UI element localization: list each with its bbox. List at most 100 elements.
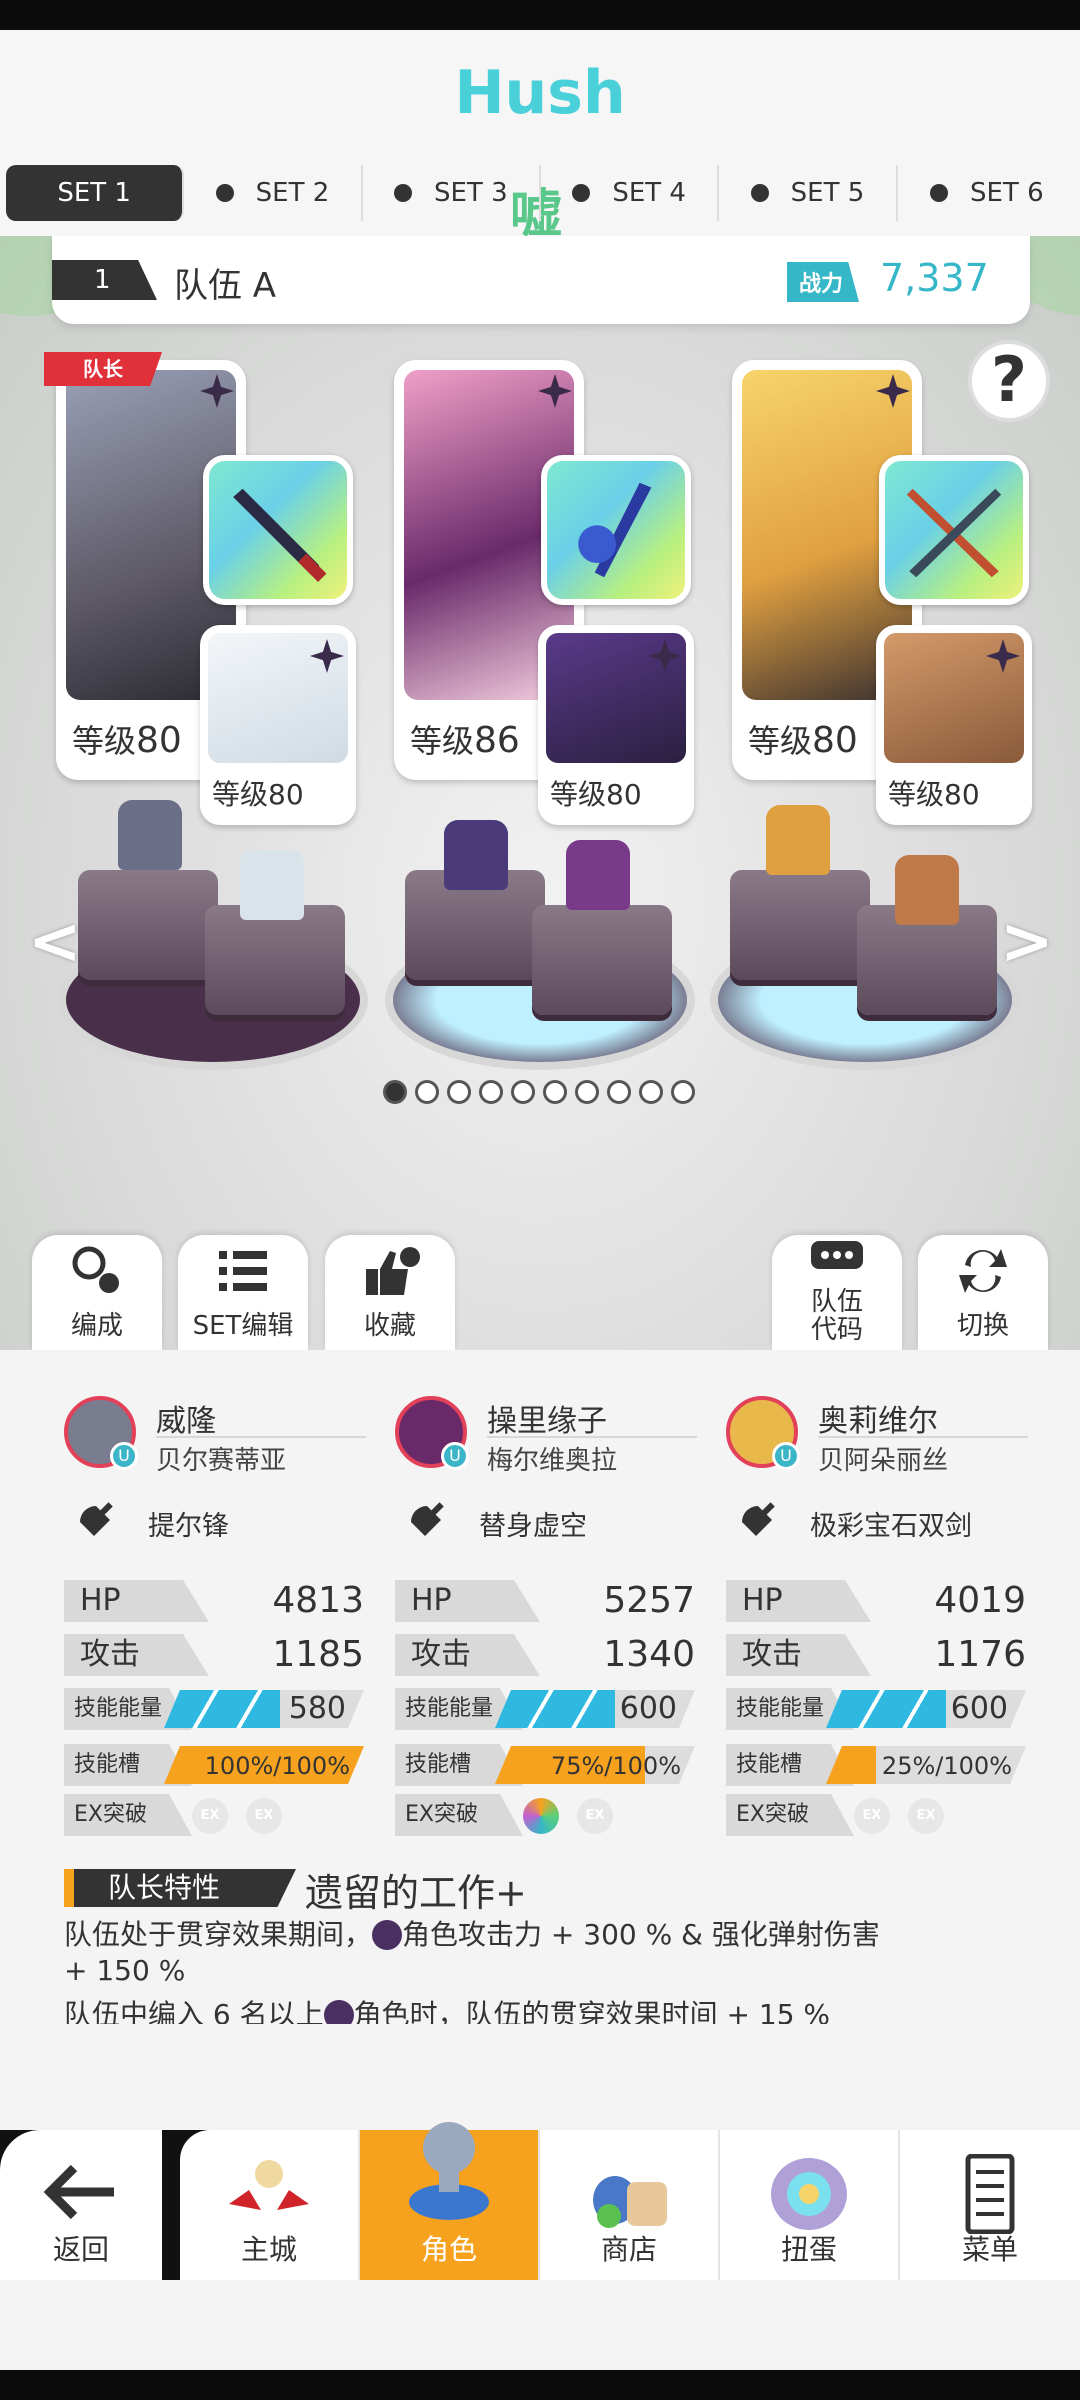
formation-button[interactable]: 编成 (32, 1235, 162, 1350)
hp-label: HP (64, 1580, 209, 1622)
page-dot[interactable] (415, 1080, 439, 1104)
weapon-name: 极彩宝石双剑 (810, 1511, 972, 1542)
team-bar: 1 队伍 A 战力 7,337 (52, 236, 1030, 324)
pedestal (730, 870, 870, 980)
page-dot[interactable] (447, 1080, 471, 1104)
prev-arrow[interactable]: < (28, 905, 82, 979)
weapon-row[interactable]: 提尔锋 (74, 1498, 374, 1548)
footer-area (0, 2280, 1080, 2370)
energy-fill (826, 1690, 946, 1728)
page-dot[interactable] (639, 1080, 663, 1104)
chibi-sprite (240, 850, 304, 920)
energy-value: 600 (950, 1691, 1008, 1726)
hp-row: HP 5257 (395, 1580, 695, 1622)
back-label: 返回 (52, 2233, 109, 2266)
set-edit-button[interactable]: SET编辑 (178, 1235, 308, 1350)
help-button[interactable]: ? (968, 340, 1050, 422)
slot-row: 技能槽 25%/100% (726, 1744, 1026, 1786)
sub-hero-level: 等级80 (212, 778, 304, 811)
nav-label: 商店 (600, 2233, 657, 2266)
ex-slot[interactable]: EX (908, 1798, 944, 1834)
page-dot[interactable] (671, 1080, 695, 1104)
weapon-slot-2[interactable] (541, 455, 691, 605)
avatar[interactable]: U (64, 1396, 138, 1470)
chibi-sprite (766, 805, 830, 875)
gacha-portal-icon (771, 2158, 847, 2230)
weapon-slot-3[interactable] (879, 455, 1029, 605)
energy-bar: 600 (826, 1690, 1026, 1728)
avatar[interactable]: U (395, 1396, 469, 1470)
dot-icon (572, 184, 591, 202)
ex-label: EX突破 (726, 1794, 854, 1836)
sub-hero-card-1[interactable]: 等级80 (200, 625, 356, 825)
nav-label: 角色 (420, 2233, 477, 2266)
nav-main-city[interactable]: 主城 (180, 2130, 360, 2280)
hero-name: 奥莉维尔 (818, 1404, 938, 1439)
tab-set-1[interactable]: SET 1 (6, 165, 185, 221)
energy-value: 600 (619, 1691, 677, 1726)
ex-slot[interactable]: EX (192, 1798, 228, 1834)
sub-hero-card-2[interactable]: 等级80 (538, 625, 694, 825)
u-badge-icon: U (441, 1442, 469, 1470)
tab-label: SET 1 (57, 178, 131, 208)
switch-button[interactable]: 切换 (918, 1235, 1048, 1350)
next-arrow[interactable]: > (1000, 905, 1054, 979)
tab-set-6[interactable]: SET 6 (898, 165, 1076, 221)
ex-slot[interactable]: EX (854, 1798, 890, 1834)
slot-bar: 25%/100% (826, 1746, 1026, 1784)
shop-bag-icon (593, 2176, 667, 2228)
team-name[interactable]: 队伍 A (174, 258, 276, 307)
page-dot[interactable] (575, 1080, 599, 1104)
ex-slot[interactable]: EX (246, 1798, 282, 1834)
weapon-row[interactable]: 替身虚空 (405, 1498, 705, 1548)
chibi-sprite (118, 800, 182, 870)
page-dot[interactable] (383, 1080, 407, 1104)
pedestal (532, 905, 672, 1015)
hp-value: 4019 (934, 1580, 1026, 1621)
avatar[interactable]: U (726, 1396, 800, 1470)
hero-level: 等级80 (72, 720, 182, 761)
power-label: 战力 (787, 262, 860, 302)
weapon-name: 替身虚空 (479, 1511, 587, 1542)
weapon-type-icon (742, 1502, 775, 1536)
nav-label: 主城 (240, 2233, 297, 2266)
swap-icon (959, 1249, 1007, 1293)
ex-label: EX突破 (395, 1794, 523, 1836)
weapon-row[interactable]: 极彩宝石双剑 (736, 1498, 1036, 1548)
hero-name: 操里缘子 (487, 1404, 607, 1439)
hero-subname: 梅尔维奥拉 (487, 1436, 697, 1477)
nav-character[interactable]: 角色 (360, 2122, 540, 2280)
nav-label: 菜单 (961, 2233, 1018, 2266)
hp-value: 5257 (603, 1580, 695, 1621)
hp-row: HP 4813 (64, 1580, 364, 1622)
page-dot[interactable] (543, 1080, 567, 1104)
nav-menu[interactable]: 菜单 (900, 2130, 1080, 2280)
tab-set-4[interactable]: SET 4 (541, 165, 720, 221)
page-dot[interactable] (511, 1080, 535, 1104)
sub-hero-card-3[interactable]: 等级80 (876, 625, 1032, 825)
power-value: 7,337 (880, 256, 989, 300)
weapon-slot-1[interactable] (203, 455, 353, 605)
team-code-button[interactable]: 队伍 代码 (772, 1235, 902, 1350)
sub-hero-level: 等级80 (888, 778, 980, 811)
ex-row: EX突破 EX (395, 1794, 695, 1836)
back-button[interactable]: 返回 (0, 2130, 162, 2280)
ex-gem-icon[interactable] (523, 1798, 559, 1834)
nav-shop[interactable]: 商店 (540, 2130, 720, 2280)
atk-value: 1176 (934, 1634, 1026, 1675)
page-dot[interactable] (479, 1080, 503, 1104)
energy-bar: 600 (495, 1690, 695, 1728)
knight-icon (409, 2122, 489, 2220)
tab-set-5[interactable]: SET 5 (719, 165, 898, 221)
page-dot[interactable] (607, 1080, 631, 1104)
atk-label: 攻击 (395, 1634, 540, 1676)
slot-value: 25%/100% (881, 1752, 1012, 1780)
back-arrow-icon (44, 2164, 114, 2220)
favorite-button[interactable]: 收藏 (325, 1235, 455, 1350)
nav-gacha[interactable]: 扭蛋 (720, 2130, 900, 2280)
tab-set-2[interactable]: SET 2 (184, 165, 363, 221)
tab-label: SET 4 (612, 178, 686, 208)
ex-slot[interactable]: EX (577, 1798, 613, 1834)
tab-set-3[interactable]: SET 3 (363, 165, 541, 221)
nav-label: 扭蛋 (780, 2233, 837, 2266)
